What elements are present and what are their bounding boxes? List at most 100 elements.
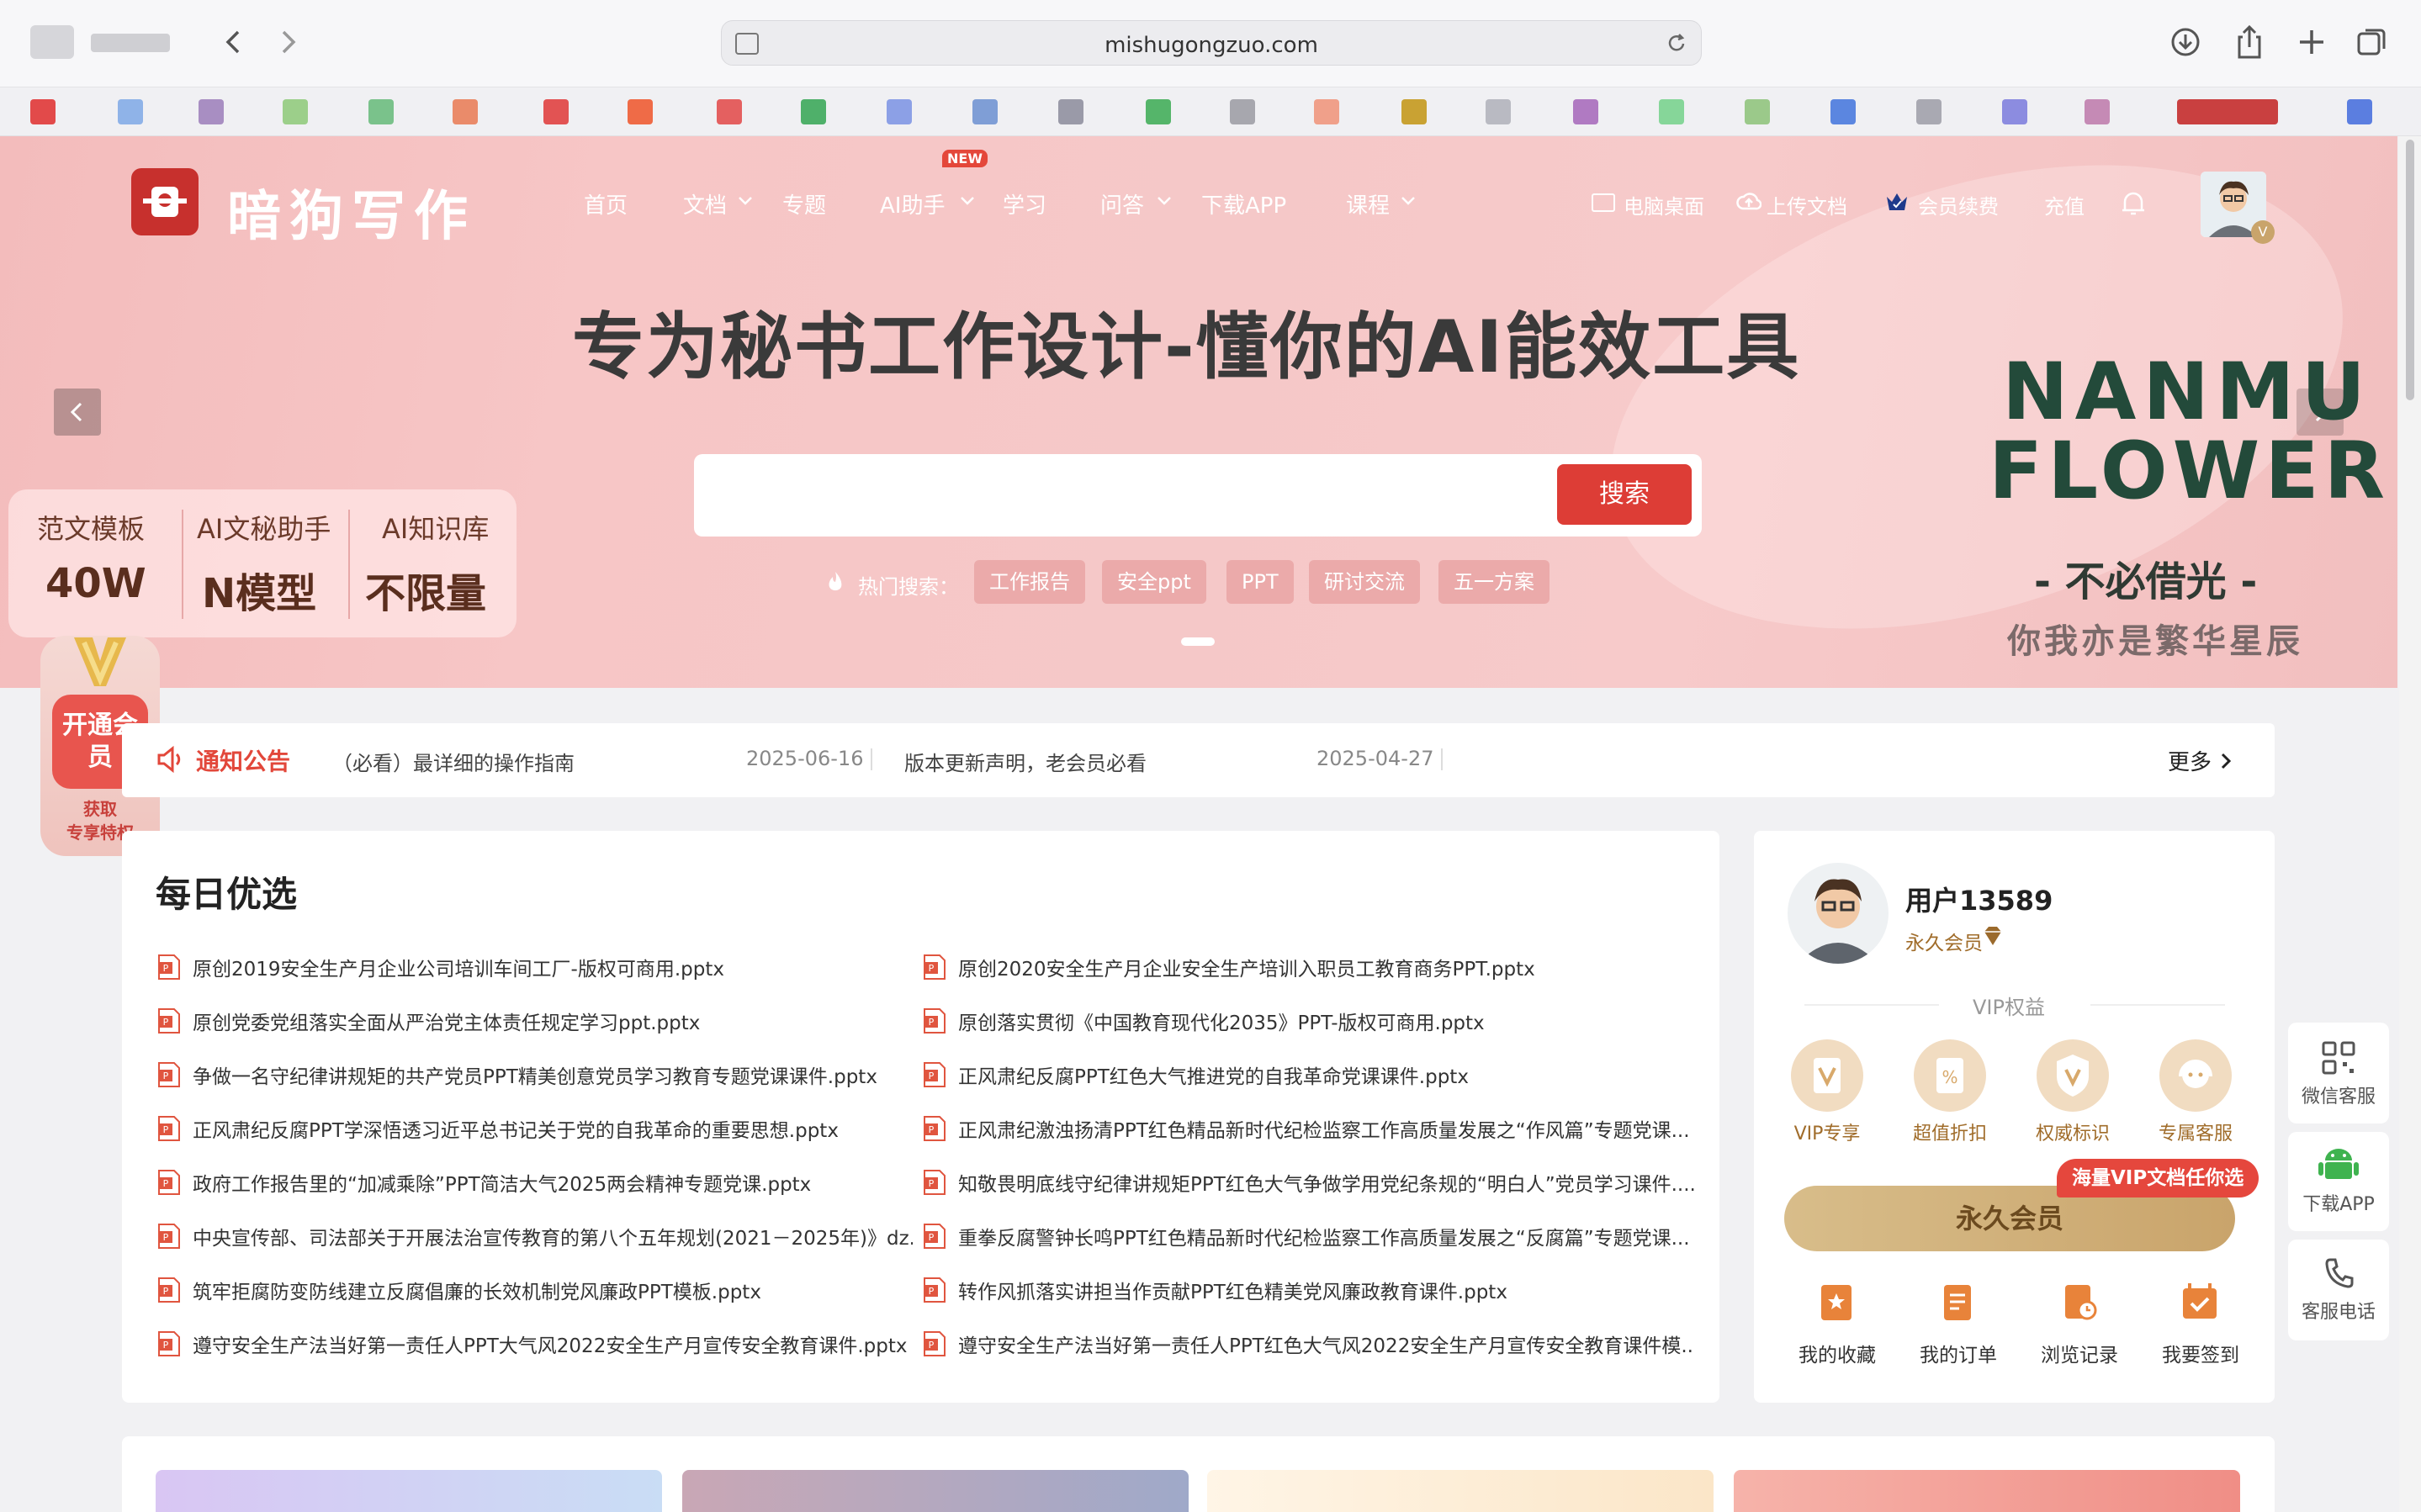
carousel-indicator[interactable] (1181, 637, 1215, 646)
authority-badge-icon[interactable] (2037, 1039, 2109, 1112)
address-bar[interactable]: mishugongzuo.com (721, 20, 1702, 66)
page-scrollbar[interactable] (2399, 136, 2421, 1512)
notice-item[interactable]: （必看）最详细的操作指南 (332, 747, 575, 776)
doc-list-item[interactable]: P 原创落实贯彻《中国教育现代化2035》PPT-版权可商用.pptx (921, 1004, 1695, 1038)
nav-qa[interactable]: 问答 (1100, 188, 1144, 219)
download-app-button[interactable]: 下载APP (2288, 1132, 2389, 1231)
favorite-icon[interactable] (118, 99, 143, 124)
doc-list-item[interactable]: P 正风肃纪反腐PPT学深悟透习近平总书记关于党的自我革命的重要思想.pptx (156, 1112, 913, 1145)
scrollbar-thumb[interactable] (2406, 140, 2414, 400)
forward-icon[interactable] (271, 25, 305, 59)
carousel-prev-button[interactable] (54, 389, 101, 436)
favorite-icon[interactable] (1659, 99, 1684, 124)
back-icon[interactable] (217, 25, 251, 59)
favorite-icon[interactable] (1573, 99, 1598, 124)
more-link[interactable]: 更多 (2168, 745, 2235, 776)
doc-list-item[interactable]: P 原创2019安全生产月企业公司培训车间工厂-版权可商用.pptx (156, 950, 913, 984)
hot-tag[interactable]: PPT (1226, 560, 1294, 604)
search-input[interactable] (711, 471, 1535, 518)
tab-group-icon[interactable] (91, 34, 170, 52)
doc-list-item[interactable]: P 知敬畏明底线守纪律讲规矩PPT红色大气争做学用党纪条规的“明白人”党员学习课件… (921, 1166, 1695, 1199)
doc-list-item[interactable]: P 重拳反腐警钟长鸣PPT红色精品新时代纪检监察工作高质量发展之“反腐篇”专题党课… (921, 1219, 1695, 1253)
favorite-icon[interactable] (1830, 99, 1856, 124)
checkin-icon[interactable] (2175, 1277, 2225, 1327)
doc-list-item[interactable]: P 争做一名守纪律讲规矩的共产党员PPT精美创意党员学习教育专题党课课件.pptx (156, 1058, 913, 1092)
doc-list-item[interactable]: P 筑牢拒腐防变防线建立反腐倡廉的长效机制党风廉政PPT模板.pptx (156, 1273, 913, 1307)
tabs-overview-icon[interactable] (2355, 25, 2389, 59)
favorite-icon[interactable] (1058, 99, 1083, 124)
favorite-icon[interactable] (543, 99, 569, 124)
doc-list-item[interactable]: P 遵守安全生产法当好第一责任人PPT大气风2022安全生产月宣传安全教育课件.p… (156, 1327, 913, 1361)
nav-desktop[interactable]: 电脑桌面 (1624, 190, 1704, 219)
favorite-icon[interactable] (368, 99, 394, 124)
favorite-icon[interactable] (628, 99, 653, 124)
vip-exclusive-icon[interactable] (1791, 1039, 1863, 1112)
nav-download-app[interactable]: 下载APP (1201, 188, 1286, 219)
favorite-icon[interactable] (283, 99, 308, 124)
nav-upload[interactable]: 上传文档 (1767, 190, 1847, 219)
favorite-icon[interactable] (2085, 99, 2110, 124)
action-label[interactable]: 浏览记录 (2025, 1339, 2134, 1367)
customer-service-icon[interactable] (2159, 1039, 2232, 1112)
nav-ai-assistant[interactable]: AI助手 (880, 188, 945, 219)
doc-list-item[interactable]: P 遵守安全生产法当好第一责任人PPT红色大气风2022安全生产月宣传安全教育课件… (921, 1327, 1695, 1361)
nav-recharge[interactable]: 充值 (2044, 190, 2085, 219)
doc-list-item[interactable]: P 正风肃纪激浊扬清PPT红色精品新时代纪检监察工作高质量发展之“作风篇”专题党课… (921, 1112, 1695, 1145)
favorite-icon[interactable] (801, 99, 826, 124)
avatar[interactable] (1788, 863, 1889, 964)
favorite-icon[interactable] (1314, 99, 1339, 124)
doc-list-item[interactable]: P 原创2020安全生产月企业安全生产培训入职员工教育商务PPT.pptx (921, 950, 1695, 984)
favorite-icon[interactable] (1146, 99, 1171, 124)
nav-docs[interactable]: 文档 (683, 188, 727, 219)
search-button[interactable]: 搜索 (1557, 464, 1692, 525)
action-label[interactable]: 我要签到 (2146, 1339, 2255, 1367)
favorite-icon[interactable] (1401, 99, 1427, 124)
nav-home[interactable]: 首页 (584, 188, 628, 219)
logo[interactable]: 暗狗写作 (131, 167, 485, 248)
new-tab-icon[interactable] (2295, 25, 2328, 59)
share-icon[interactable] (2233, 24, 2266, 61)
reload-icon[interactable] (1664, 31, 1689, 56)
doc-list-item[interactable]: P 转作风抓落实讲担当作贡献PPT红色精美党风廉政教育课件.pptx (921, 1273, 1695, 1307)
favorite-icon[interactable] (972, 99, 998, 124)
action-label[interactable]: 我的收藏 (1783, 1339, 1892, 1367)
favorite-icon[interactable] (1486, 99, 1511, 124)
favorite-icon[interactable] (1745, 99, 1770, 124)
doc-list-item[interactable]: P 中央宣传部、司法部关于开展法治宣传教育的第八个五年规划(2021－2025年)… (156, 1219, 913, 1253)
action-label[interactable]: 我的订单 (1904, 1339, 2013, 1367)
nav-renew-membership[interactable]: 会员续费 (1918, 190, 1999, 219)
bell-icon[interactable] (2120, 188, 2147, 217)
orders-icon[interactable] (1932, 1277, 1983, 1327)
sidebar-toggle-icon[interactable] (30, 25, 74, 59)
hot-tag[interactable]: 研讨交流 (1309, 560, 1420, 604)
notice-item[interactable]: 版本更新声明，老会员必看 (904, 747, 1147, 776)
content-card[interactable] (682, 1470, 1189, 1512)
nav-courses[interactable]: 课程 (1346, 188, 1390, 219)
favorite-icon[interactable] (1916, 99, 1942, 124)
wechat-service-button[interactable]: 微信客服 (2288, 1023, 2389, 1123)
doc-list-item[interactable]: P 政府工作报告里的“加减乘除”PPT简洁大气2025两会精神专题党课.pptx (156, 1166, 913, 1199)
favorite-icon[interactable] (1230, 99, 1255, 124)
nav-learning[interactable]: 学习 (1003, 188, 1046, 219)
content-card[interactable] (156, 1470, 662, 1512)
content-card[interactable] (1207, 1470, 1714, 1512)
hot-tag[interactable]: 五一方案 (1438, 560, 1550, 604)
hot-tag[interactable]: 安全ppt (1102, 560, 1206, 604)
content-card[interactable] (1734, 1470, 2240, 1512)
hot-tag[interactable]: 工作报告 (974, 560, 1085, 604)
phone-service-button[interactable]: 客服电话 (2288, 1240, 2389, 1340)
favorite-icon[interactable] (30, 99, 56, 124)
favorite-icon[interactable] (2177, 99, 2278, 124)
doc-list-item[interactable]: P 原创党委党组落实全面从严治党主体责任规定学习ppt.pptx (156, 1004, 913, 1038)
favorite-icon[interactable] (2347, 99, 2372, 124)
favorite-icon[interactable] (887, 99, 912, 124)
favorite-icon[interactable] (2002, 99, 2027, 124)
nav-topics[interactable]: 专题 (782, 188, 826, 219)
favorite-icon[interactable] (199, 99, 224, 124)
history-icon[interactable] (2053, 1277, 2104, 1327)
favorite-icon[interactable] (717, 99, 742, 124)
doc-list-item[interactable]: P 正风肃纪反腐PPT红色大气推进党的自我革命党课课件.pptx (921, 1058, 1695, 1092)
discount-icon[interactable]: % (1914, 1039, 1986, 1112)
download-icon[interactable] (2169, 25, 2202, 59)
favorites-icon[interactable] (1811, 1277, 1862, 1327)
